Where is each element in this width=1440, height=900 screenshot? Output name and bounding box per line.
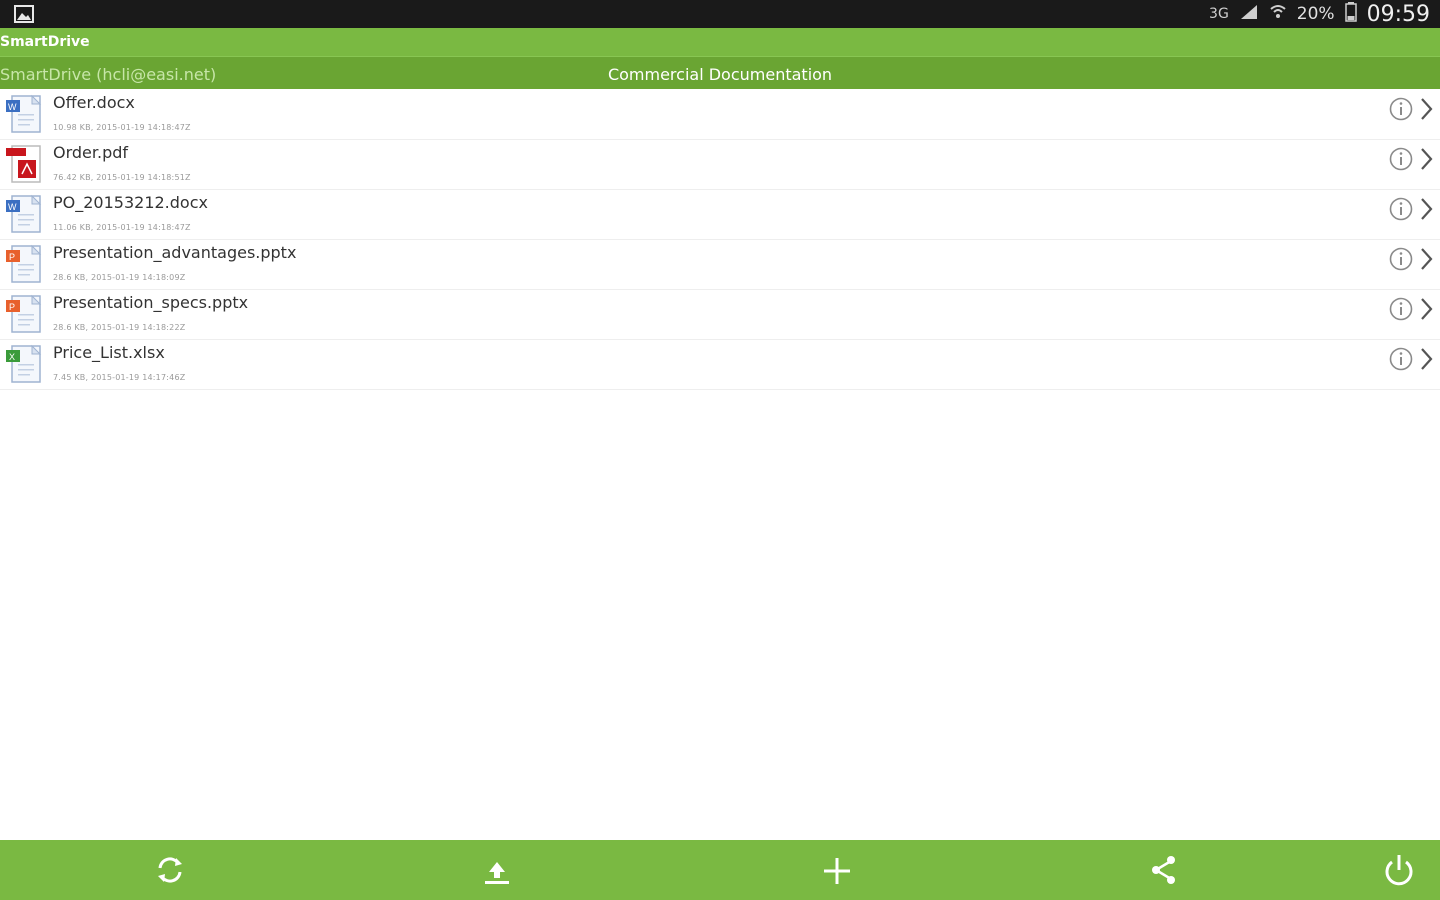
file-row[interactable]: P Presentation_advantages.pptx 28.6 KB, … <box>0 240 1440 290</box>
info-icon[interactable] <box>1388 196 1414 222</box>
power-icon[interactable] <box>1377 850 1421 890</box>
file-row[interactable]: W PO_20153212.docx 11.06 KB, 2015-01-19 … <box>0 190 1440 240</box>
app-title: SmartDrive <box>0 34 90 50</box>
file-name: PO_20153212.docx <box>53 193 208 212</box>
file-row[interactable]: X Price_List.xlsx 7.45 KB, 2015-01-19 14… <box>0 340 1440 390</box>
signal-icon <box>1239 3 1259 25</box>
file-name: Price_List.xlsx <box>53 343 165 362</box>
chevron-right-icon[interactable] <box>1418 345 1436 373</box>
file-list: W Offer.docx 10.98 KB, 2015-01-19 14:18:… <box>0 90 1440 390</box>
file-meta: 28.6 KB, 2015-01-19 14:18:09Z <box>53 273 186 282</box>
upload-icon[interactable] <box>475 850 519 890</box>
file-meta: 10.98 KB, 2015-01-19 14:18:47Z <box>53 123 191 132</box>
chevron-right-icon[interactable] <box>1418 95 1436 123</box>
pdf-file-icon <box>4 144 46 186</box>
file-row[interactable]: P Presentation_specs.pptx 28.6 KB, 2015-… <box>0 290 1440 340</box>
share-icon[interactable] <box>1142 850 1186 890</box>
file-row[interactable]: W Offer.docx 10.98 KB, 2015-01-19 14:18:… <box>0 90 1440 140</box>
info-icon[interactable] <box>1388 146 1414 172</box>
path-bar: SmartDrive (hcli@easi.net) Commercial Do… <box>0 57 1440 89</box>
file-name: Presentation_advantages.pptx <box>53 243 297 262</box>
svg-text:W: W <box>8 102 17 112</box>
chevron-right-icon[interactable] <box>1418 295 1436 323</box>
status-bar: 3G 20% 09:59 <box>0 0 1440 28</box>
bottom-action-bar <box>0 840 1440 900</box>
svg-text:X: X <box>9 352 15 362</box>
info-icon[interactable] <box>1388 96 1414 122</box>
svg-text:W: W <box>8 202 17 212</box>
add-icon[interactable] <box>815 850 859 890</box>
file-name: Offer.docx <box>53 93 135 112</box>
svg-text:P: P <box>9 302 15 312</box>
xlsx-file-icon: X <box>4 344 46 386</box>
pptx-file-icon: P <box>4 244 46 286</box>
pptx-file-icon: P <box>4 294 46 336</box>
info-icon[interactable] <box>1388 346 1414 372</box>
info-icon[interactable] <box>1388 246 1414 272</box>
file-meta: 76.42 KB, 2015-01-19 14:18:51Z <box>53 173 191 182</box>
gallery-notification-icon <box>14 5 34 27</box>
wifi-icon <box>1269 3 1287 25</box>
svg-text:P: P <box>9 252 15 262</box>
chevron-right-icon[interactable] <box>1418 245 1436 273</box>
file-meta: 28.6 KB, 2015-01-19 14:18:22Z <box>53 323 186 332</box>
file-name: Order.pdf <box>53 143 129 162</box>
info-icon[interactable] <box>1388 296 1414 322</box>
file-name: Presentation_specs.pptx <box>53 293 249 312</box>
battery-icon <box>1344 2 1357 26</box>
clock: 09:59 <box>1366 1 1430 27</box>
file-meta: 7.45 KB, 2015-01-19 14:17:46Z <box>53 373 186 382</box>
network-type-label: 3G <box>1209 6 1229 22</box>
current-folder-title: Commercial Documentation <box>607 65 833 84</box>
file-meta: 11.06 KB, 2015-01-19 14:18:47Z <box>53 223 191 232</box>
battery-percent: 20% <box>1296 4 1335 24</box>
file-row[interactable]: Order.pdf 76.42 KB, 2015-01-19 14:18:51Z <box>0 140 1440 190</box>
app-bar: SmartDrive <box>0 28 1440 57</box>
docx-file-icon: W <box>4 194 46 236</box>
chevron-right-icon[interactable] <box>1418 195 1436 223</box>
refresh-icon[interactable] <box>148 850 192 890</box>
chevron-right-icon[interactable] <box>1418 145 1436 173</box>
docx-file-icon: W <box>4 94 46 136</box>
